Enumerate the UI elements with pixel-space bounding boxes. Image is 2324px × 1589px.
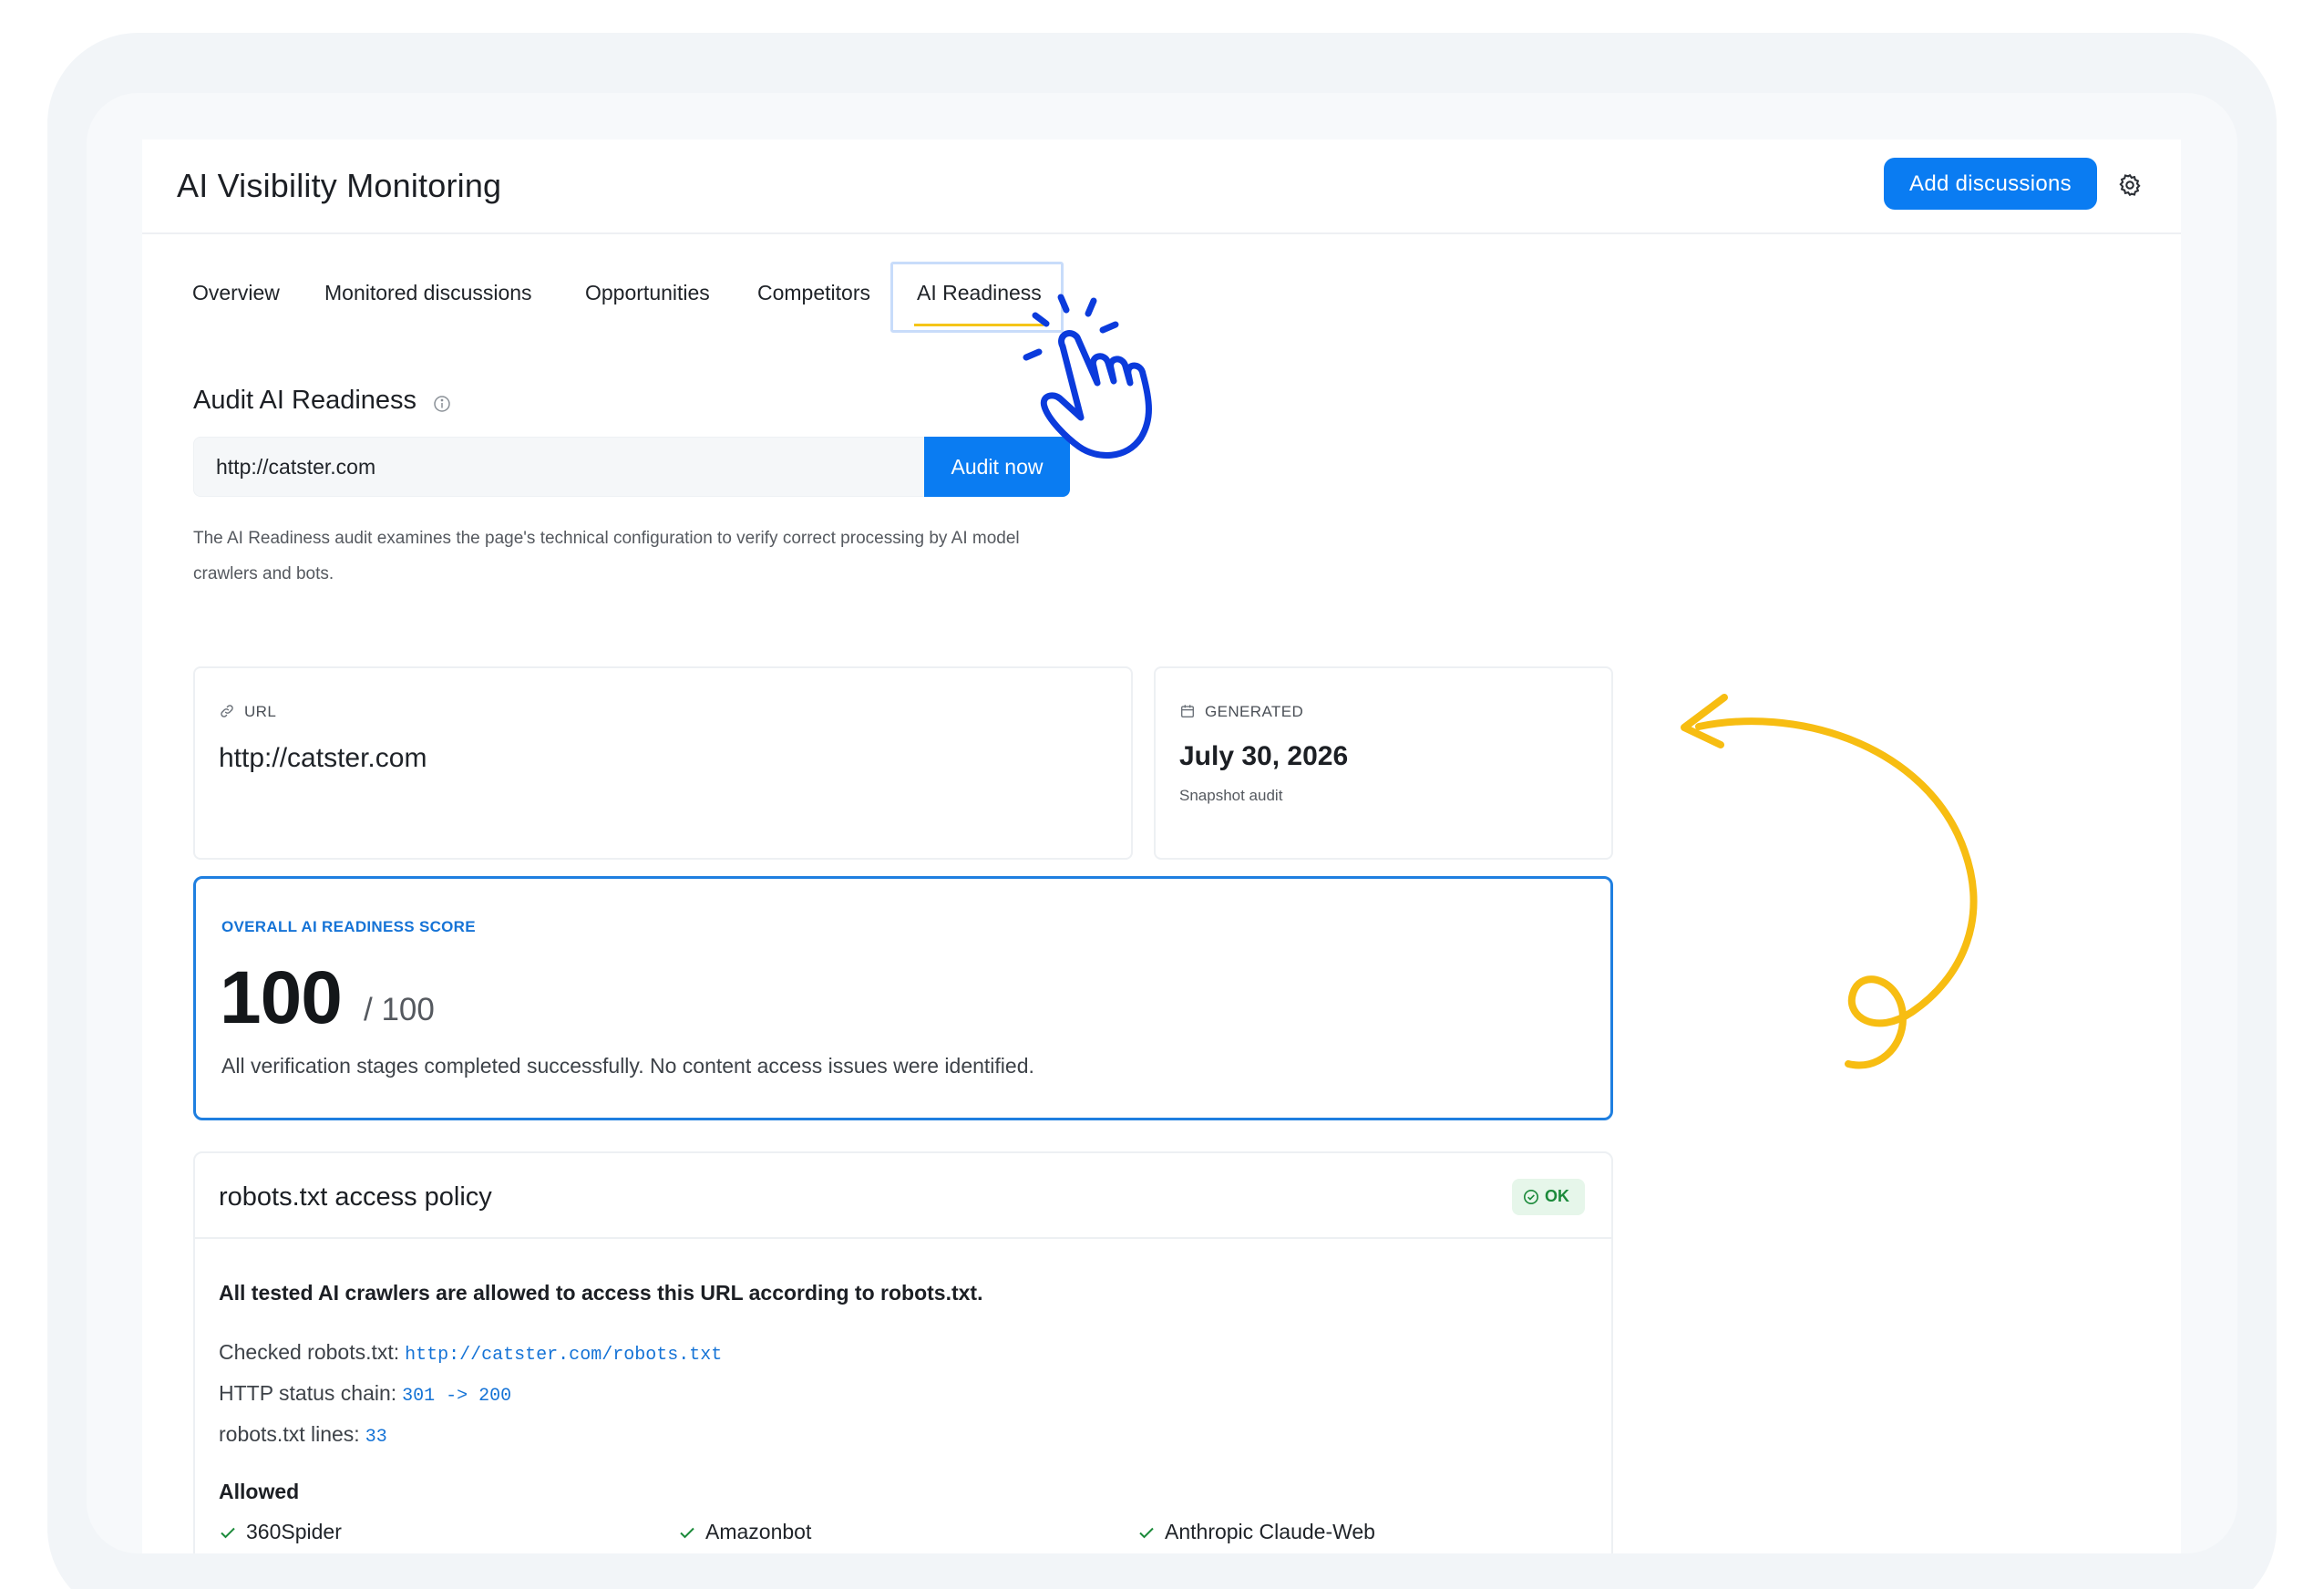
calendar-icon (1181, 705, 1194, 717)
tab-overview[interactable]: Overview (192, 281, 280, 305)
check-icon (1139, 1527, 1154, 1539)
status-badge: OK (1512, 1179, 1585, 1215)
robots-card-header: robots.txt access policy OK (195, 1153, 1611, 1239)
url-card-label: URL (244, 703, 277, 720)
generated-card: GENERATED July 30, 2026 Snapshot audit (1154, 666, 1613, 860)
robots-summary: All tested AI crawlers are allowed to ac… (219, 1281, 983, 1305)
status-chain-row: HTTP status chain: 301 -> 200 (219, 1381, 511, 1407)
app-title: AI Visibility Monitoring (177, 167, 502, 204)
robots-title: robots.txt access policy (219, 1182, 492, 1212)
info-icon[interactable] (433, 395, 451, 413)
checked-robots-label: Checked robots.txt: (219, 1340, 400, 1364)
audit-title: Audit AI Readiness (193, 386, 417, 415)
checked-robots-link[interactable]: http://catster.com/robots.txt (405, 1345, 722, 1366)
check-icon (680, 1527, 694, 1539)
tab-opportunities[interactable]: Opportunities (585, 281, 710, 305)
robots-policy-card: robots.txt access policy OK All tested A… (193, 1151, 1613, 1553)
score-max: / 100 (364, 992, 435, 1027)
checked-robots-row: Checked robots.txt: http://catster.com/ro… (219, 1340, 722, 1366)
status-chain-value: 301 -> 200 (402, 1386, 512, 1407)
score-label: OVERALL AI READINESS SCORE (221, 918, 476, 935)
link-icon (221, 705, 233, 717)
allowed-crawler-item: Anthropic Claude-Web (1137, 1520, 1375, 1544)
pointing-hand-icon (1023, 294, 1152, 459)
generated-card-label: GENERATED (1205, 703, 1304, 720)
status-badge-text: OK (1545, 1187, 1569, 1205)
crawler-name: Anthropic Claude-Web (1165, 1520, 1375, 1543)
gear-icon[interactable] (2117, 172, 2143, 198)
score-description: All verification stages completed succes… (221, 1054, 1034, 1078)
robots-lines-value: 33 (365, 1427, 387, 1448)
app-header: AI Visibility Monitoring Add discussions (142, 139, 2181, 234)
audit-description: The AI Readiness audit examines the page… (193, 529, 1020, 583)
tab-monitored-discussions[interactable]: Monitored discussions (324, 281, 532, 305)
allowed-crawler-item: 360Spider (219, 1520, 342, 1544)
tab-competitors[interactable]: Competitors (757, 281, 870, 305)
crawler-name: 360Spider (246, 1520, 342, 1543)
check-icon (221, 1527, 235, 1539)
url-card-value: http://catster.com (219, 743, 427, 773)
crawler-name: Amazonbot (705, 1520, 812, 1543)
curved-arrow-icon (1681, 694, 1978, 1069)
url-card: URL http://catster.com (193, 666, 1133, 860)
overall-score-card: OVERALL AI READINESS SCORE 100 / 100 All… (193, 876, 1613, 1120)
allowed-title: Allowed (219, 1480, 300, 1503)
allowed-crawler-item: Amazonbot (678, 1520, 811, 1544)
add-discussions-button[interactable]: Add discussions (1884, 158, 2097, 210)
robots-lines-row: robots.txt lines: 33 (219, 1422, 387, 1448)
audit-url-input[interactable] (193, 437, 924, 497)
robots-lines-label: robots.txt lines: (219, 1422, 360, 1446)
status-chain-label: HTTP status chain: (219, 1381, 397, 1405)
generated-date: July 30, 2026 (1179, 741, 1349, 771)
check-circle-icon (1523, 1189, 1539, 1205)
generated-sub: Snapshot audit (1179, 787, 1283, 804)
score-value: 100 (220, 956, 343, 1039)
